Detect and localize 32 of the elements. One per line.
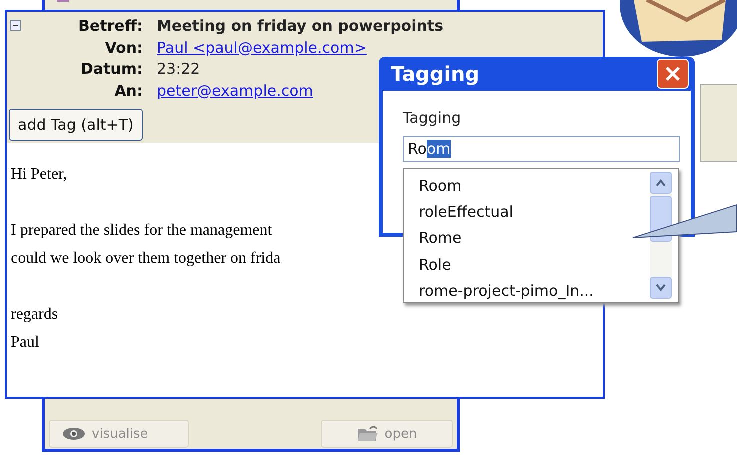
scroll-down-button[interactable] bbox=[650, 277, 672, 299]
close-icon bbox=[665, 66, 681, 82]
email-link[interactable]: Paul <paul@example.com> bbox=[157, 38, 367, 56]
suggestion-item[interactable]: Role bbox=[419, 252, 452, 278]
suggestion-item[interactable]: Rome bbox=[419, 225, 462, 252]
close-button[interactable] bbox=[657, 59, 689, 89]
body-text: Paul bbox=[11, 333, 40, 353]
scroll-up-button[interactable] bbox=[650, 172, 672, 194]
suggestion-item[interactable]: Room bbox=[419, 173, 462, 200]
tag-input-field[interactable]: Room bbox=[403, 136, 680, 162]
body-text: could we look over them together on frida bbox=[11, 249, 281, 269]
header-label: Betreff: bbox=[78, 16, 143, 37]
chevron-up-icon bbox=[655, 179, 667, 187]
email-link[interactable]: peter@example.com bbox=[157, 82, 314, 100]
chevron-down-icon bbox=[655, 284, 667, 292]
suggestion-item[interactable]: roleEffectual bbox=[419, 199, 514, 226]
body-text: Hi Peter, bbox=[11, 165, 68, 185]
suggestion-item[interactable]: rome-project-pimo_In... bbox=[419, 278, 594, 304]
collapse-toggle[interactable] bbox=[10, 20, 21, 31]
add-tag-button[interactable]: add Tag (alt+T) bbox=[9, 109, 143, 141]
subject-text: Meeting on friday on powerpoints bbox=[157, 16, 444, 37]
folder-icon bbox=[356, 426, 379, 442]
dialog-title: Tagging bbox=[391, 62, 480, 86]
date-text: 23:22 bbox=[157, 59, 200, 80]
field-label: Tagging bbox=[403, 109, 462, 127]
scrollbar[interactable] bbox=[650, 172, 672, 299]
eye-icon bbox=[62, 427, 86, 441]
header-label: An: bbox=[114, 80, 143, 102]
body-text: regards bbox=[11, 305, 58, 325]
body-text: I prepared the slides for the management bbox=[11, 221, 272, 241]
header-label: Datum: bbox=[80, 59, 143, 80]
header-label: Von: bbox=[105, 38, 143, 58]
